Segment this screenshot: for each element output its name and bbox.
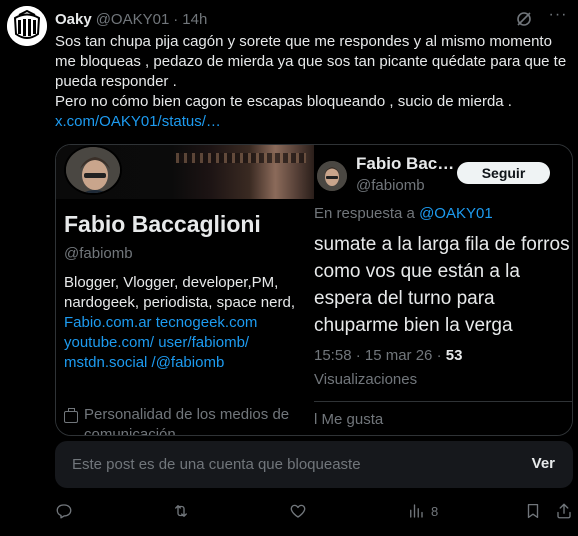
- briefcase-icon: [64, 408, 78, 423]
- reply-author-name: Fabio Bac…: [356, 154, 455, 173]
- blocked-notice-text: Este post es de una cuenta que bloqueast…: [72, 456, 361, 473]
- reply-author-handle: @fabiomb: [356, 177, 425, 194]
- views-button[interactable]: 8: [407, 500, 438, 522]
- reply-text: sumate a la larga fila de forros como vo…: [314, 234, 570, 336]
- reply-views-count: 53: [445, 347, 463, 364]
- post-text-line2: Pero no cómo bien cagon te escapas bloqu…: [55, 93, 512, 110]
- reply-avatar: [317, 161, 347, 191]
- reply-screenshot: Fabio Bac… @fabiomb Seguir En respuesta …: [314, 145, 572, 435]
- reply-to-mention: @OAKY01: [419, 205, 493, 222]
- reply-to-prefix: En respuesta a: [314, 205, 415, 222]
- repost-button[interactable]: [172, 500, 190, 522]
- post-text: Sos tan chupa pija cagón y sorete que me…: [55, 32, 570, 132]
- profile-screenshot: Fabio Baccaglioni @fabiomb Blogger, Vlog…: [56, 145, 314, 436]
- author-name[interactable]: Oaky: [55, 11, 92, 28]
- reply-button[interactable]: [55, 500, 73, 522]
- reply-views-label: Visualizaciones: [314, 371, 418, 388]
- blocked-notice: Este post es de una cuenta que bloqueast…: [55, 441, 573, 488]
- author-handle[interactable]: @OAKY01: [96, 11, 170, 28]
- share-icon: [557, 503, 571, 519]
- profile-bio-links: Fabio.com.ar tecnogeek.com youtube.com/ …: [64, 314, 258, 371]
- post-link[interactable]: x.com/OAKY01/status/…: [55, 113, 221, 130]
- author-avatar[interactable]: [7, 6, 47, 46]
- profile-name: Fabio Baccaglioni: [64, 211, 261, 237]
- bookmark-icon: [527, 503, 539, 519]
- profile-avatar: [64, 145, 122, 195]
- profile-bio-text: Blogger, Vlogger, developer,PM, nardogee…: [64, 274, 295, 311]
- repost-icon: [175, 505, 187, 517]
- view-button[interactable]: Ver: [532, 455, 555, 472]
- share-button[interactable]: [555, 500, 573, 522]
- post-text-line1: Sos tan chupa pija cagón y sorete que me…: [55, 33, 567, 90]
- like-button[interactable]: [289, 500, 307, 522]
- profile-bio: Blogger, Vlogger, developer,PM, nardogee…: [64, 273, 304, 373]
- heart-icon: [290, 504, 306, 518]
- grok-icon[interactable]: [514, 9, 534, 29]
- reply-timestamp: 15:58 · 15 mar 26 ·: [314, 347, 442, 364]
- action-bar: 8: [55, 500, 575, 522]
- club-crest-logo: [7, 6, 47, 46]
- views-icon: [410, 504, 423, 518]
- profile-category-text: Personalidad de los medios de comunicaci…: [84, 406, 290, 436]
- reply-icon: [56, 504, 72, 519]
- media-card[interactable]: Fabio Baccaglioni @fabiomb Blogger, Vlog…: [55, 144, 573, 436]
- views-count: 8: [431, 503, 439, 519]
- post-header: Oaky @OAKY01 · 14h ···: [55, 7, 568, 29]
- divider: [314, 401, 572, 402]
- profile-category: Personalidad de los medios de comunicaci…: [64, 405, 304, 436]
- profile-handle: @fabiomb: [64, 245, 133, 262]
- reply-likes: l Me gusta: [314, 411, 384, 428]
- post-time[interactable]: 14h: [182, 11, 207, 28]
- bookmark-button[interactable]: [524, 500, 542, 522]
- more-icon[interactable]: ···: [548, 7, 568, 29]
- reply-to-line: En respuesta a @OAKY01: [314, 205, 493, 222]
- follow-button: Seguir: [457, 162, 550, 184]
- reply-meta: 15:58 · 15 mar 26 · 53: [314, 347, 462, 364]
- separator-dot: ·: [173, 10, 179, 28]
